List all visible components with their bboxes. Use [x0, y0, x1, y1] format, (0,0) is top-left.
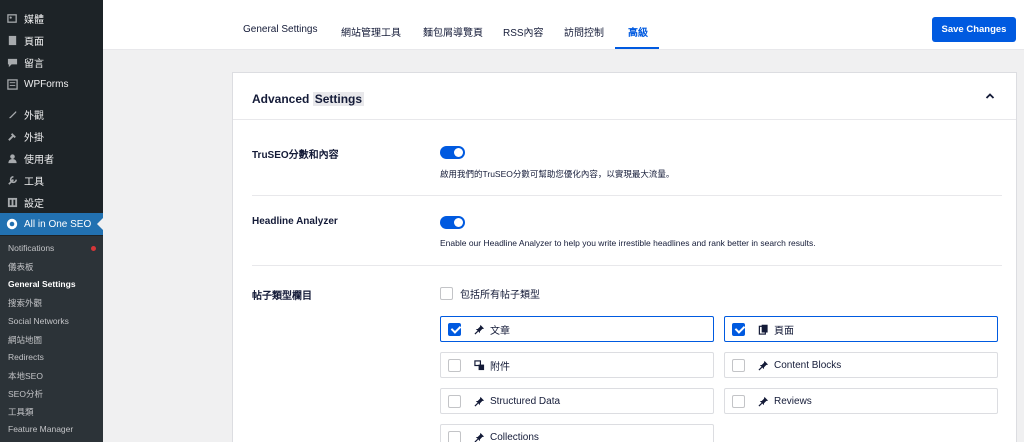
submenu-item-social-networks[interactable]: Social Networks [8, 316, 69, 326]
post-type-label: 文章 [490, 325, 510, 337]
menu-item-comments[interactable]: 留言 [0, 51, 103, 73]
row-divider [252, 265, 1002, 266]
menu-item-pages[interactable]: 頁面 [0, 29, 103, 51]
pin-icon [474, 396, 485, 407]
headline-analyzer-toggle[interactable] [440, 216, 465, 229]
submenu-item-sitemaps[interactable]: 網站地圖 [8, 334, 42, 346]
post-type-attachments[interactable]: 附件 [440, 352, 714, 378]
tab-general-settings[interactable]: General Settings [243, 24, 318, 35]
menu-item-settings[interactable]: 設定 [0, 191, 103, 213]
plugin-icon [6, 130, 18, 142]
menu-item-tools[interactable]: 工具 [0, 169, 103, 191]
post-type-content-blocks[interactable]: Content Blocks [724, 352, 998, 378]
headline-analyzer-label: Headline Analyzer [252, 216, 338, 227]
truseo-label: TruSEO分數和內容 [252, 150, 339, 161]
aioseo-icon [6, 218, 18, 230]
menu-item-aioseo[interactable]: All in One SEO [0, 213, 103, 235]
post-type-label: 頁面 [774, 325, 794, 337]
submenu-item-redirects[interactable]: Redirects [8, 352, 44, 362]
post-types-label: 帖子類型欄目 [252, 291, 312, 302]
notification-dot [91, 246, 96, 251]
user-icon [6, 152, 18, 164]
post-type-collections[interactable]: Collections [440, 424, 714, 442]
tab-breadcrumbs[interactable]: 麵包屑導覽頁 [423, 24, 483, 39]
menu-label: 頁面 [24, 36, 44, 48]
menu-label: 外掛 [24, 132, 44, 144]
pin-icon [474, 324, 485, 335]
row-divider [252, 195, 1002, 196]
submenu-item-tools[interactable]: 工具類 [8, 406, 34, 418]
submenu-item-notifications[interactable]: Notifications [8, 243, 54, 253]
menu-label: 工具 [24, 176, 44, 188]
pages-icon [758, 324, 769, 335]
truseo-description: 啟用我們的TruSEO分數可幫助您優化內容，以實現最大流量。 [440, 169, 675, 179]
post-type-checkbox[interactable] [448, 358, 461, 372]
active-menu-arrow-icon [97, 218, 103, 230]
submenu-item-local-seo[interactable]: 本地SEO [8, 370, 43, 382]
tools-icon [6, 174, 18, 186]
post-type-checkbox[interactable] [732, 394, 745, 408]
page-icon [6, 34, 18, 46]
include-all-checkbox[interactable] [440, 287, 453, 300]
card-header-divider [233, 119, 1016, 120]
pin-icon [474, 432, 485, 442]
submenu-item-dashboard[interactable]: 儀表板 [8, 261, 34, 273]
chevron-up-icon[interactable] [983, 89, 997, 103]
menu-label: 使用者 [24, 154, 54, 166]
post-type-checkbox[interactable] [732, 322, 745, 336]
submenu-item-seo-analysis[interactable]: SEO分析 [8, 388, 43, 400]
save-changes-button[interactable]: Save Changes [932, 17, 1016, 42]
pin-icon [758, 360, 769, 371]
menu-label: 設定 [24, 198, 44, 210]
tab-access-control[interactable]: 訪問控制 [564, 24, 604, 39]
post-type-label: Collections [490, 431, 539, 442]
post-type-label: Content Blocks [774, 359, 842, 371]
active-tab-indicator [615, 47, 659, 49]
menu-label: 留言 [24, 58, 44, 70]
advanced-settings-card: Advanced Settings TruSEO分數和內容 啟用我們的TruSE… [232, 72, 1017, 442]
post-type-checkbox[interactable] [732, 358, 745, 372]
menu-item-users[interactable]: 使用者 [0, 147, 103, 169]
post-type-checkbox[interactable] [448, 394, 461, 408]
post-type-checkbox[interactable] [448, 430, 461, 442]
menu-label: All in One SEO [24, 218, 92, 230]
menu-label: 外觀 [24, 110, 44, 122]
settings-icon [6, 196, 18, 208]
post-type-reviews[interactable]: Reviews [724, 388, 998, 414]
admin-sidebar: 媒體 頁面 留言 WPForms 外觀 外掛 使用者 工具 設定 All in … [0, 0, 103, 442]
pin-icon [758, 396, 769, 407]
post-type-label: Structured Data [490, 395, 561, 407]
include-all-label: 包括所有帖子類型 [460, 290, 540, 301]
menu-item-plugins[interactable]: 外掛 [0, 125, 103, 147]
comment-icon [6, 56, 18, 68]
appearance-icon [6, 108, 18, 120]
menu-item-appearance[interactable]: 外觀 [0, 103, 103, 125]
menu-label: WPForms [24, 78, 69, 90]
submenu-item-general-settings[interactable]: General Settings [8, 279, 76, 289]
post-type-label: Reviews [774, 395, 812, 407]
post-type-pages[interactable]: 頁面 [724, 316, 998, 342]
post-type-checkbox[interactable] [448, 322, 461, 336]
menu-label: 媒體 [24, 14, 44, 26]
truseo-toggle[interactable] [440, 146, 465, 159]
post-type-posts[interactable]: 文章 [440, 316, 714, 342]
submenu-item-search-appearance[interactable]: 搜索外觀 [8, 297, 42, 309]
tab-rss-content[interactable]: RSS內容 [503, 24, 544, 39]
card-title: Advanced Settings [252, 92, 365, 106]
card-title-highlight: Settings [312, 92, 365, 106]
menu-item-media[interactable]: 媒體 [0, 7, 103, 29]
aioseo-submenu: Notifications 儀表板 General Settings 搜索外觀 … [0, 236, 103, 442]
post-type-label: 附件 [490, 361, 510, 373]
tab-webmaster-tools[interactable]: 網站管理工具 [341, 24, 401, 39]
attachment-icon [474, 359, 485, 371]
menu-item-wpforms[interactable]: WPForms [0, 73, 103, 95]
wpforms-icon [6, 78, 18, 90]
submenu-item-feature-manager[interactable]: Feature Manager [8, 424, 73, 434]
post-type-structured-data[interactable]: Structured Data [440, 388, 714, 414]
card-title-part: Advanced [252, 92, 310, 106]
include-all-post-types[interactable]: 包括所有帖子類型 [440, 286, 540, 301]
headline-analyzer-description: Enable our Headline Analyzer to help you… [440, 238, 816, 248]
tab-advanced[interactable]: 高級 [628, 24, 648, 39]
media-icon [6, 12, 18, 24]
